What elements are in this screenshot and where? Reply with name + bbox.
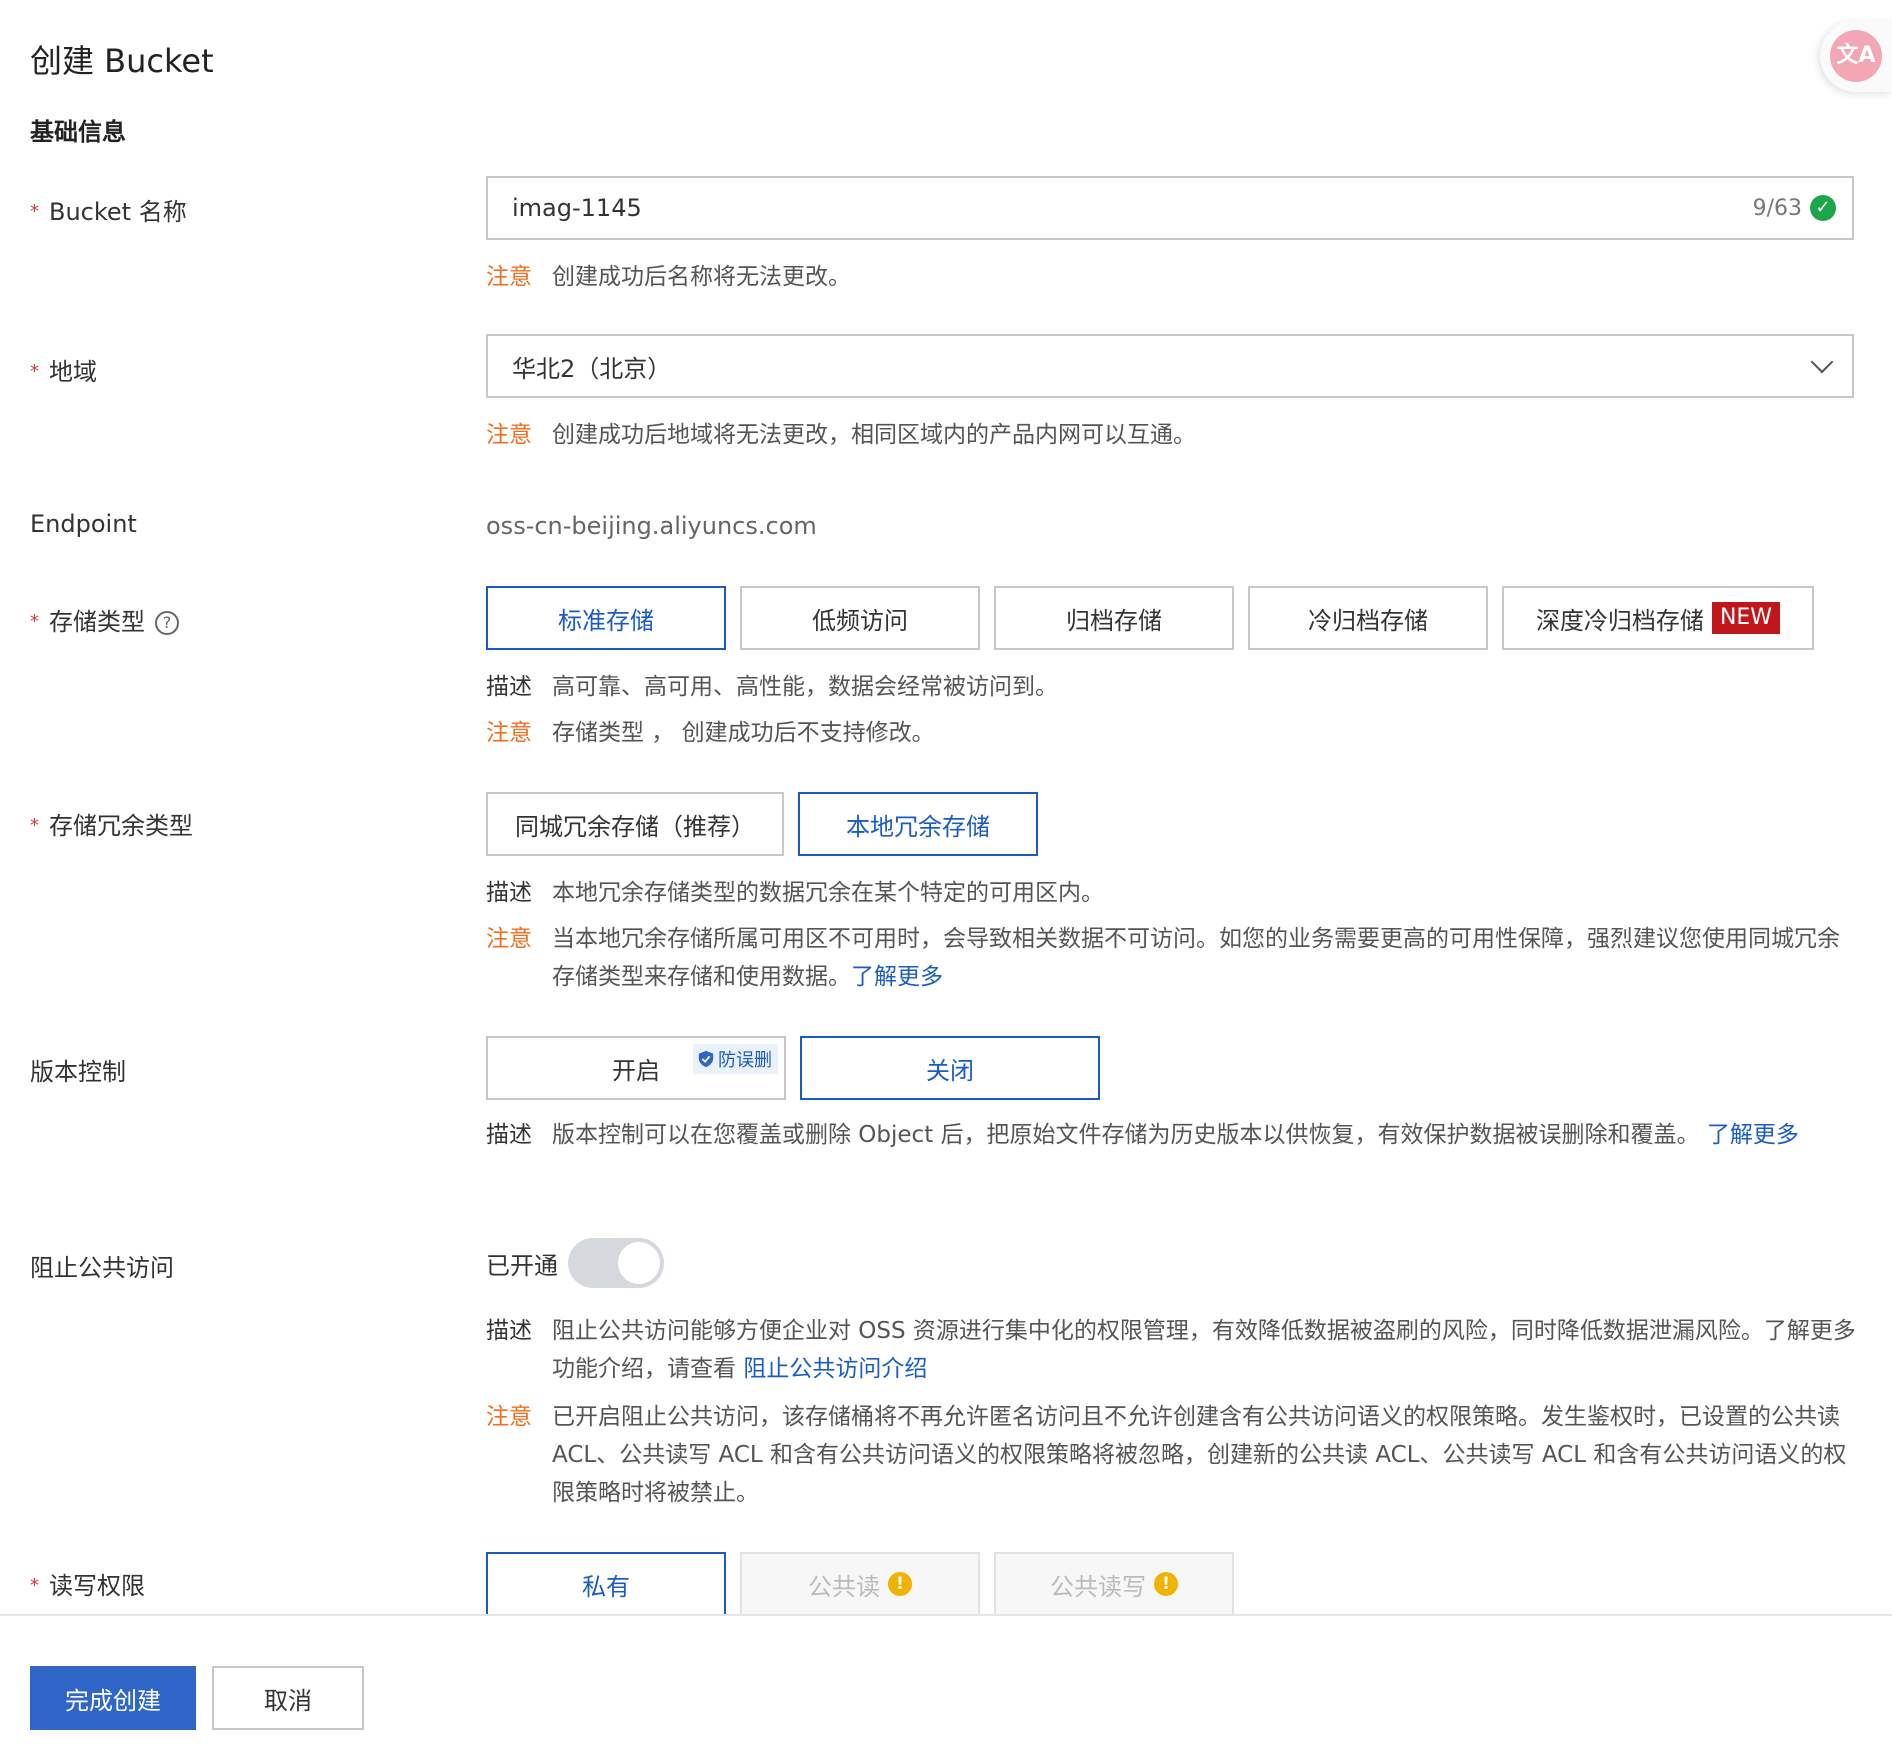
learn-more-link[interactable]: 了解更多 [851, 964, 943, 990]
acl-option-public-read-write: 公共读写! [994, 1552, 1234, 1616]
storage-option-deep-cold-archive[interactable]: 深度冷归档存储 NEW [1502, 586, 1814, 650]
block-public-intro-link[interactable]: 阻止公共访问介绍 [743, 1356, 927, 1382]
acl-group: 私有 公共读! 公共读写! [486, 1552, 1248, 1616]
bucket-name-note: 注意 创建成功后名称将无法更改。 [486, 264, 851, 290]
redundancy-option-zrs[interactable]: 同城冗余存储（推荐） [486, 792, 784, 856]
toggle-knob[interactable] [618, 1242, 660, 1284]
learn-more-link[interactable]: 了解更多 [1707, 1122, 1799, 1148]
storage-option-standard[interactable]: 标准存储 [486, 586, 726, 650]
check-icon: ✓ [1810, 195, 1836, 221]
block-public-switch-row: 已开通 [486, 1238, 664, 1288]
storage-class-label: * 存储类型? [30, 602, 179, 637]
versioning-group: 开启 防误删 关闭 [486, 1036, 1114, 1100]
redundancy-note: 注意 当本地冗余存储所属可用区不可用时，会导致相关数据不可访问。如您的业务需要更… [486, 926, 1840, 990]
block-public-label: 阻止公共访问 [30, 1254, 174, 1282]
char-count: 9/63 [1752, 195, 1802, 221]
submit-button[interactable]: 完成创建 [30, 1666, 196, 1730]
new-badge: NEW [1711, 602, 1781, 634]
storage-class-note: 注意 存储类型 ， 创建成功后不支持修改。 [486, 720, 935, 746]
storage-class-group: 标准存储 低频访问 归档存储 冷归档存储 深度冷归档存储 NEW [486, 586, 1828, 650]
block-public-desc: 描述 阻止公共访问能够方便企业对 OSS 资源进行集中化的权限管理，有效降低数据… [486, 1318, 1856, 1382]
region-select[interactable]: 华北2（北京） [486, 334, 1854, 398]
redundancy-desc: 描述 本地冗余存储类型的数据冗余在某个特定的可用区内。 [486, 880, 1104, 906]
acl-option-private[interactable]: 私有 [486, 1552, 726, 1616]
redundancy-label: * 存储冗余类型 [30, 812, 193, 840]
bucket-name-field[interactable]: imag-1145 9/63 ✓ [486, 176, 1854, 240]
translate-icon[interactable]: 文A [1830, 30, 1882, 82]
footer-divider [0, 1614, 1892, 1616]
required-mark: * [30, 201, 39, 222]
versioning-label: 版本控制 [30, 1058, 126, 1086]
switch-label: 已开通 [486, 1251, 558, 1280]
section-title: 基础信息 [30, 118, 126, 146]
region-label: * 地域 [30, 358, 97, 386]
versioning-option-on[interactable]: 开启 防误删 [486, 1036, 786, 1100]
warning-icon: ! [1154, 1572, 1178, 1596]
storage-option-ia[interactable]: 低频访问 [740, 586, 980, 650]
bucket-name-label: * Bucket 名称 [30, 198, 187, 226]
versioning-desc: 描述 版本控制可以在您覆盖或删除 Object 后，把原始文件存储为历史版本以供… [486, 1122, 1799, 1148]
required-mark: * [30, 611, 39, 632]
redundancy-group: 同城冗余存储（推荐） 本地冗余存储 [486, 792, 1052, 856]
help-icon[interactable]: ? [155, 611, 179, 635]
storage-class-desc: 描述 高可靠、高可用、高性能，数据会经常被访问到。 [486, 674, 1058, 700]
storage-option-archive[interactable]: 归档存储 [994, 586, 1234, 650]
region-note: 注意 创建成功后地域将无法更改，相同区域内的产品内网可以互通。 [486, 422, 1196, 448]
warning-icon: ! [888, 1572, 912, 1596]
redundancy-option-lrs[interactable]: 本地冗余存储 [798, 792, 1038, 856]
storage-option-cold-archive[interactable]: 冷归档存储 [1248, 586, 1488, 650]
endpoint-value: oss-cn-beijing.aliyuncs.com [486, 512, 817, 540]
region-field[interactable]: 华北2（北京） [486, 334, 1854, 398]
shield-icon [698, 1050, 714, 1068]
endpoint-label: Endpoint [30, 510, 137, 538]
block-public-toggle[interactable] [568, 1238, 664, 1288]
block-public-note: 注意 已开启阻止公共访问，该存储桶将不再允许匿名访问且不允许创建含有公共访问语义… [486, 1404, 1847, 1506]
cancel-button[interactable]: 取消 [212, 1666, 364, 1730]
bucket-name-value[interactable]: imag-1145 [512, 194, 1753, 222]
translate-widget[interactable]: 文A [1820, 20, 1892, 92]
region-value[interactable]: 华北2（北京） [512, 349, 1814, 384]
acl-label: * 读写权限 [30, 1572, 145, 1600]
chevron-down-icon[interactable] [1810, 350, 1834, 374]
required-mark: * [30, 815, 39, 836]
page-title: 创建 Bucket [30, 42, 214, 80]
bucket-name-input[interactable]: imag-1145 9/63 ✓ [486, 176, 1854, 240]
required-mark: * [30, 1575, 39, 1596]
required-mark: * [30, 361, 39, 382]
versioning-option-off[interactable]: 关闭 [800, 1036, 1100, 1100]
protect-badge: 防误删 [693, 1044, 778, 1074]
acl-option-public-read: 公共读! [740, 1552, 980, 1616]
